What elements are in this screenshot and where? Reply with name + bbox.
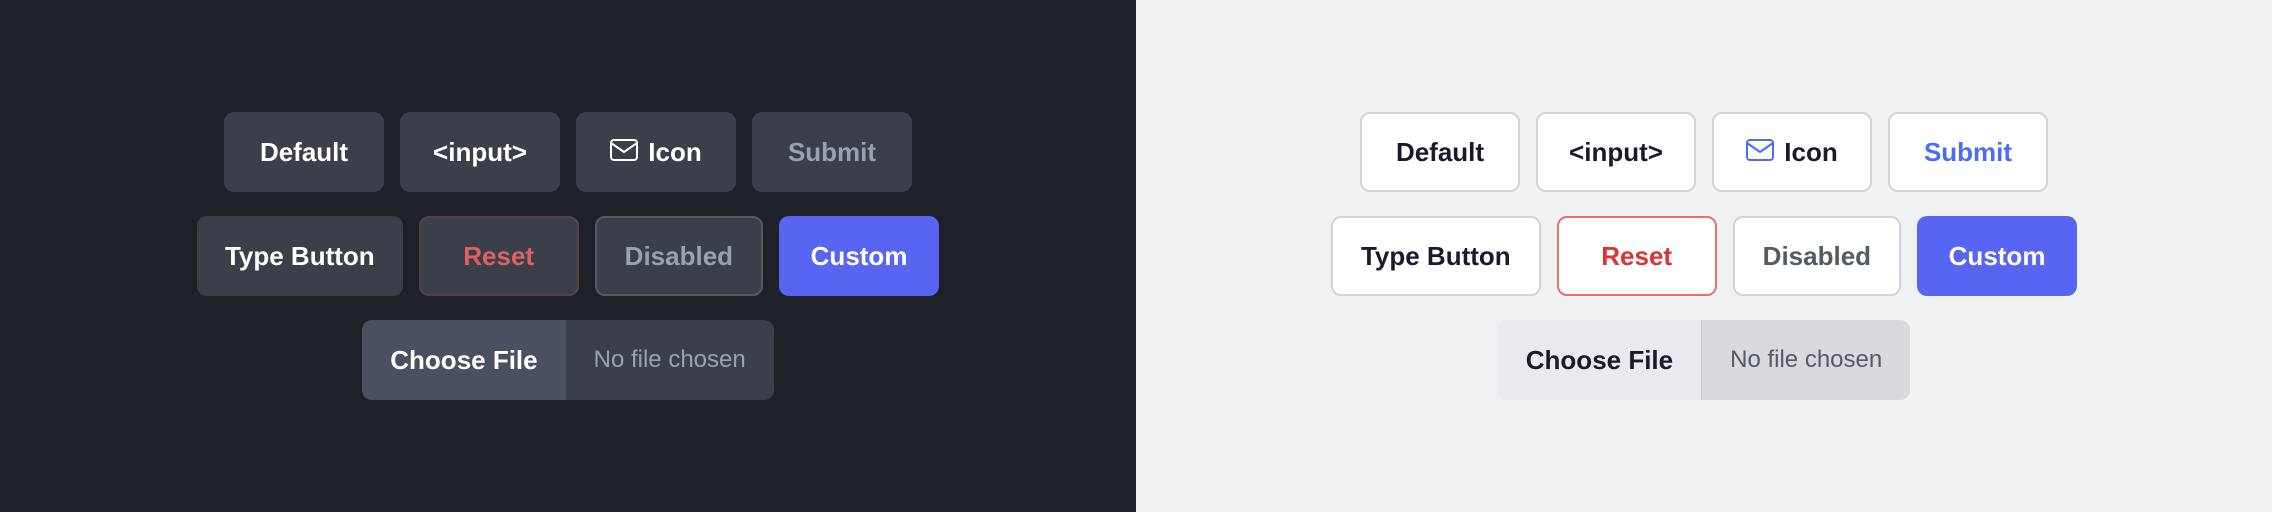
dark-disabled-label: Disabled <box>625 241 733 272</box>
light-reset-label: Reset <box>1601 241 1672 272</box>
light-type-button[interactable]: Type Button <box>1331 216 1541 296</box>
mail-icon <box>1746 137 1774 168</box>
light-file-input: Choose File No file chosen <box>1498 320 1910 400</box>
light-custom-button[interactable]: Custom <box>1917 216 2077 296</box>
dark-icon-button[interactable]: Icon <box>576 112 736 192</box>
light-custom-label: Custom <box>1949 241 2046 272</box>
light-disabled-label: Disabled <box>1763 241 1871 272</box>
light-choose-file-label: Choose File <box>1526 345 1673 375</box>
light-submit-button[interactable]: Submit <box>1888 112 2048 192</box>
dark-row-3: Choose File No file chosen <box>362 320 773 400</box>
dark-default-button[interactable]: Default <box>224 112 384 192</box>
light-default-button[interactable]: Default <box>1360 112 1520 192</box>
dark-choose-file-label: Choose File <box>390 345 537 375</box>
dark-row-2: Type Button Reset Disabled Custom <box>197 216 939 296</box>
dark-file-input: Choose File No file chosen <box>362 320 773 400</box>
dark-custom-button[interactable]: Custom <box>779 216 939 296</box>
light-submit-label: Submit <box>1924 137 2012 168</box>
dark-type-label: Type Button <box>225 241 375 272</box>
dark-submit-label: Submit <box>788 137 876 168</box>
light-row-1: Default <input> Icon Submit <box>1360 112 2048 192</box>
light-reset-button[interactable]: Reset <box>1557 216 1717 296</box>
dark-panel: Default <input> Icon Submit Type Button … <box>0 0 1136 512</box>
dark-no-file-label: No file chosen <box>566 346 774 374</box>
dark-type-button[interactable]: Type Button <box>197 216 403 296</box>
dark-input-button[interactable]: <input> <box>400 112 560 192</box>
dark-disabled-button[interactable]: Disabled <box>595 216 763 296</box>
dark-reset-button[interactable]: Reset <box>419 216 579 296</box>
light-no-file-label: No file chosen <box>1702 346 1910 374</box>
dark-default-label: Default <box>260 137 348 168</box>
mail-icon <box>610 137 638 168</box>
dark-submit-button[interactable]: Submit <box>752 112 912 192</box>
dark-row-1: Default <input> Icon Submit <box>224 112 912 192</box>
light-type-label: Type Button <box>1361 241 1511 272</box>
light-disabled-button[interactable]: Disabled <box>1733 216 1901 296</box>
dark-input-label: <input> <box>433 137 527 168</box>
dark-custom-label: Custom <box>811 241 908 272</box>
light-icon-label: Icon <box>1784 137 1837 168</box>
light-choose-file-button[interactable]: Choose File <box>1498 320 1702 400</box>
light-panel: Default <input> Icon Submit Type Button … <box>1136 0 2272 512</box>
light-icon-button[interactable]: Icon <box>1712 112 1872 192</box>
dark-icon-label: Icon <box>648 137 701 168</box>
light-input-button[interactable]: <input> <box>1536 112 1696 192</box>
light-row-2: Type Button Reset Disabled Custom <box>1331 216 2077 296</box>
light-input-label: <input> <box>1569 137 1663 168</box>
dark-choose-file-button[interactable]: Choose File <box>362 320 565 400</box>
dark-reset-label: Reset <box>463 241 534 272</box>
light-row-3: Choose File No file chosen <box>1498 320 1910 400</box>
light-default-label: Default <box>1396 137 1484 168</box>
